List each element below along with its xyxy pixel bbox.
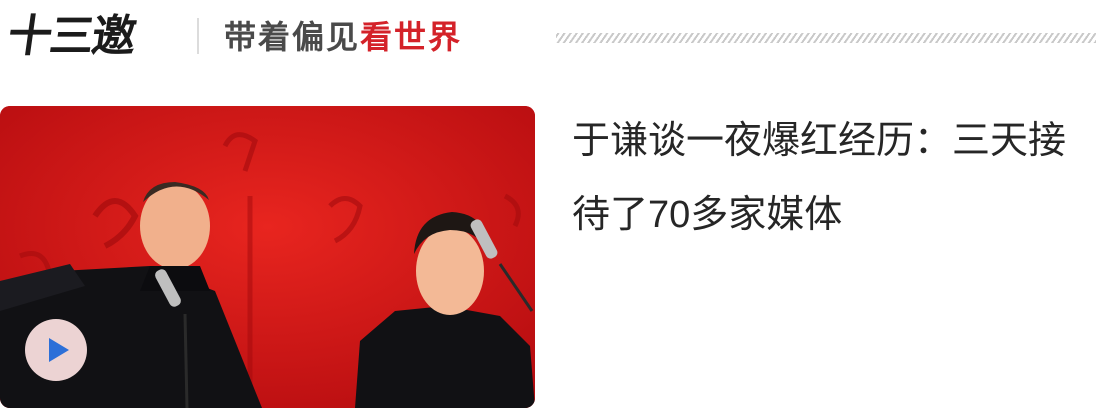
article-card[interactable]: 于谦谈一夜爆红经历：三天接待了70多家媒体: [0, 106, 1103, 408]
play-button[interactable]: [25, 319, 87, 381]
dashed-divider: [556, 33, 1096, 43]
video-thumbnail[interactable]: [0, 106, 535, 408]
article-title[interactable]: 于谦谈一夜爆红经历：三天接待了70多家媒体: [572, 104, 1100, 252]
page: 十三邀 带着偏见看世界 于谦谈一夜爆红经历：三天接待了70多家媒体: [0, 0, 1103, 408]
slogan-part-dark: 带着偏见: [224, 18, 361, 56]
logo-divider: [197, 18, 199, 54]
play-icon: [49, 338, 69, 362]
logo[interactable]: 十三邀: [3, 4, 138, 70]
slogan: 带着偏见看世界: [224, 14, 462, 60]
slogan-part-red: 看世界: [360, 18, 463, 56]
site-header: 十三邀 带着偏见看世界: [0, 0, 1103, 80]
